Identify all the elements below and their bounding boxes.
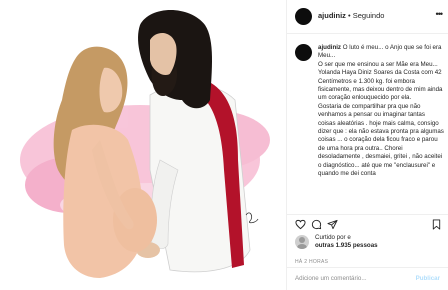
- comment-input[interactable]: Adicione um comentário...: [295, 275, 367, 282]
- liker-avatar-image: [297, 237, 307, 249]
- post-image[interactable]: [0, 0, 286, 290]
- caption: ajudiniz O luto é meu... o Anjo que se f…: [318, 44, 444, 179]
- caption-line-2: O ser que me ensinou a ser Mãe era Meu..…: [318, 60, 438, 68]
- comment-icon[interactable]: [311, 219, 322, 230]
- caption-line-4: Gostaria de compartilhar pra que não ven…: [318, 102, 444, 178]
- follow-status[interactable]: Seguindo: [353, 11, 385, 20]
- likes-and: e: [347, 234, 351, 241]
- likes-summary: Curtido por e outras 1.935 pessoas: [295, 234, 445, 252]
- share-icon[interactable]: [327, 219, 338, 230]
- liker-avatar[interactable]: [295, 235, 309, 249]
- likes-others[interactable]: outras 1.935 pessoas: [315, 242, 378, 249]
- comment-bar: Adicione um comentário... Publicar: [287, 267, 448, 290]
- caption-section: ajudiniz O luto é meu... o Anjo que se f…: [287, 38, 448, 214]
- username-link[interactable]: ajudiniz: [318, 11, 346, 20]
- post-header: ajudiniz • Seguindo •••: [287, 0, 448, 34]
- action-bar: [287, 214, 448, 233]
- post-timestamp[interactable]: HÁ 2 HORAS: [295, 259, 328, 265]
- separator-dot: •: [348, 11, 351, 20]
- artist-signature: [245, 212, 259, 224]
- bookmark-icon[interactable]: [431, 219, 442, 230]
- publish-button[interactable]: Publicar: [416, 275, 440, 282]
- post-side-panel: ajudiniz • Seguindo ••• ajudiniz O luto …: [286, 0, 448, 290]
- caption-avatar[interactable]: [295, 44, 312, 61]
- avatar[interactable]: [295, 8, 312, 25]
- likes-text: Curtido por e outras 1.935 pessoas: [315, 234, 443, 250]
- likes-prefix: Curtido por: [315, 234, 346, 241]
- caption-line-3: Yolanda Haya Diniz Soares da Costa com 4…: [318, 69, 443, 102]
- caption-username[interactable]: ajudiniz: [318, 44, 341, 51]
- heart-icon[interactable]: [295, 219, 306, 230]
- post-illustration: [20, 10, 270, 278]
- header-handle: ajudiniz • Seguindo: [318, 11, 384, 20]
- ellipsis-icon[interactable]: •••: [436, 9, 444, 19]
